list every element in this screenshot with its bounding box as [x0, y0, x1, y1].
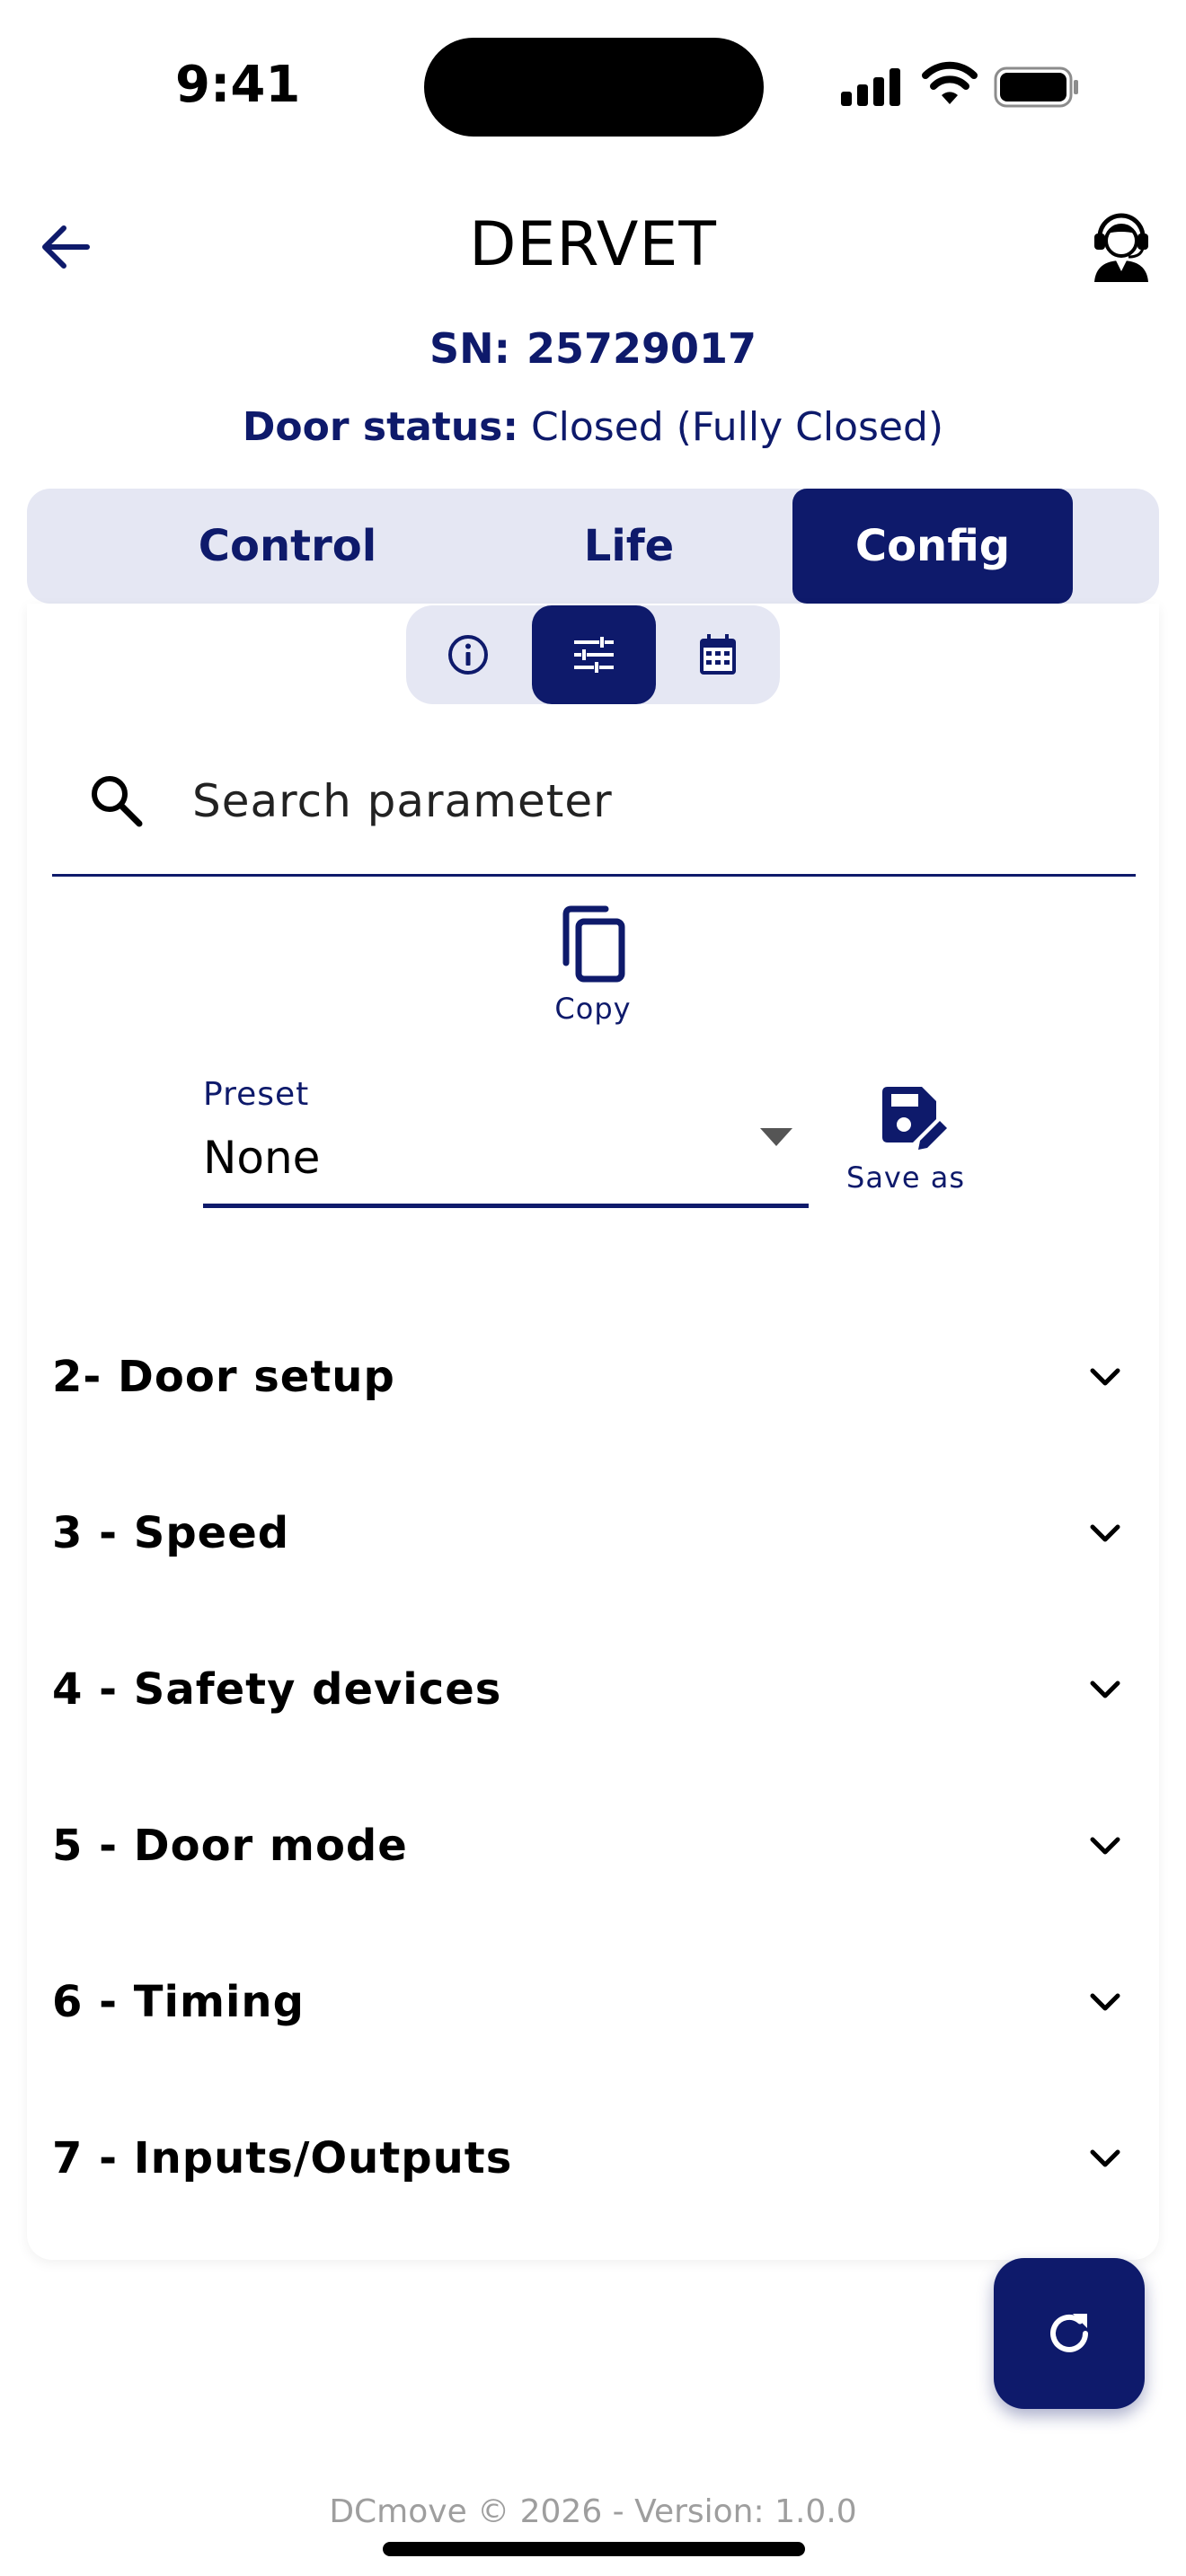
section-door-setup[interactable]: 2- Door setup: [27, 1299, 1159, 1455]
refresh-button[interactable]: [994, 2258, 1145, 2409]
section-label: 2- Door setup: [52, 1352, 395, 1402]
chevron-down-icon: [1090, 1368, 1120, 1386]
copy-icon: [562, 905, 625, 983]
door-status: Door status: Closed (Fully Closed): [144, 401, 1042, 454]
home-indicator: [383, 2542, 805, 2556]
save-as-label: Save as: [846, 1160, 965, 1195]
serial-number-label: SN:: [429, 324, 510, 373]
preset-value: None: [203, 1132, 321, 1184]
save-edit-icon: [882, 1087, 947, 1150]
section-label: 6 - Timing: [52, 1977, 305, 2027]
refresh-icon: [1050, 2314, 1088, 2352]
serial-number: SN: 25729017: [270, 322, 916, 375]
calendar-icon: [700, 634, 736, 675]
status-time: 9:41: [175, 56, 301, 114]
save-as-button[interactable]: Save as: [843, 1078, 969, 1204]
subtab-calendar[interactable]: [656, 605, 780, 704]
dynamic-island: [424, 38, 764, 137]
search-input[interactable]: [192, 765, 1091, 837]
section-speed[interactable]: 3 - Speed: [27, 1455, 1159, 1611]
sliders-icon: [574, 637, 614, 673]
subtab-parameters[interactable]: [532, 605, 656, 704]
section-safety-devices[interactable]: 4 - Safety devices: [27, 1611, 1159, 1768]
battery-icon: [994, 66, 1078, 108]
section-label: 7 - Inputs/Outputs: [52, 2133, 513, 2183]
chevron-down-icon: [1090, 1837, 1120, 1855]
door-status-value: Closed (Fully Closed): [530, 404, 944, 450]
wifi-icon: [922, 61, 978, 104]
footer-version: DCmove © 2026 - Version: 1.0.0: [329, 2493, 857, 2530]
arrow-left-icon: [42, 225, 90, 269]
tab-config[interactable]: Config: [792, 489, 1073, 604]
serial-number-value: 25729017: [526, 324, 757, 373]
chevron-down-icon: [1090, 2149, 1120, 2167]
chevron-down-icon: [1090, 1681, 1120, 1698]
section-door-mode[interactable]: 5 - Door mode: [27, 1768, 1159, 1924]
main-tabs: Control Life Config: [27, 489, 1159, 604]
copy-button[interactable]: Copy: [539, 905, 647, 1031]
section-label: 4 - Safety devices: [52, 1664, 502, 1715]
section-label: 5 - Door mode: [52, 1821, 408, 1871]
search-icon: [92, 776, 143, 827]
copy-label: Copy: [554, 992, 632, 1026]
preset-label: Preset: [203, 1076, 310, 1113]
dropdown-arrow-icon: [760, 1128, 792, 1146]
chevron-down-icon: [1090, 1524, 1120, 1542]
preset-underline: [203, 1204, 809, 1208]
section-label: 3 - Speed: [52, 1508, 290, 1558]
signal-icon: [841, 68, 904, 106]
section-timing[interactable]: 6 - Timing: [27, 1924, 1159, 2080]
section-inputs-outputs[interactable]: 7 - Inputs/Outputs: [27, 2080, 1159, 2236]
support-agent-icon: [1094, 213, 1148, 282]
door-status-label: Door status:: [242, 404, 518, 450]
tab-control[interactable]: Control: [144, 489, 431, 604]
subtab-info[interactable]: [406, 605, 530, 704]
page-title: DERVET: [469, 209, 717, 280]
support-button[interactable]: [1089, 207, 1154, 282]
config-subtabs: [406, 605, 780, 704]
info-icon: [448, 635, 488, 675]
chevron-down-icon: [1090, 1993, 1120, 2011]
back-button[interactable]: [34, 216, 97, 278]
tab-life[interactable]: Life: [494, 489, 764, 604]
